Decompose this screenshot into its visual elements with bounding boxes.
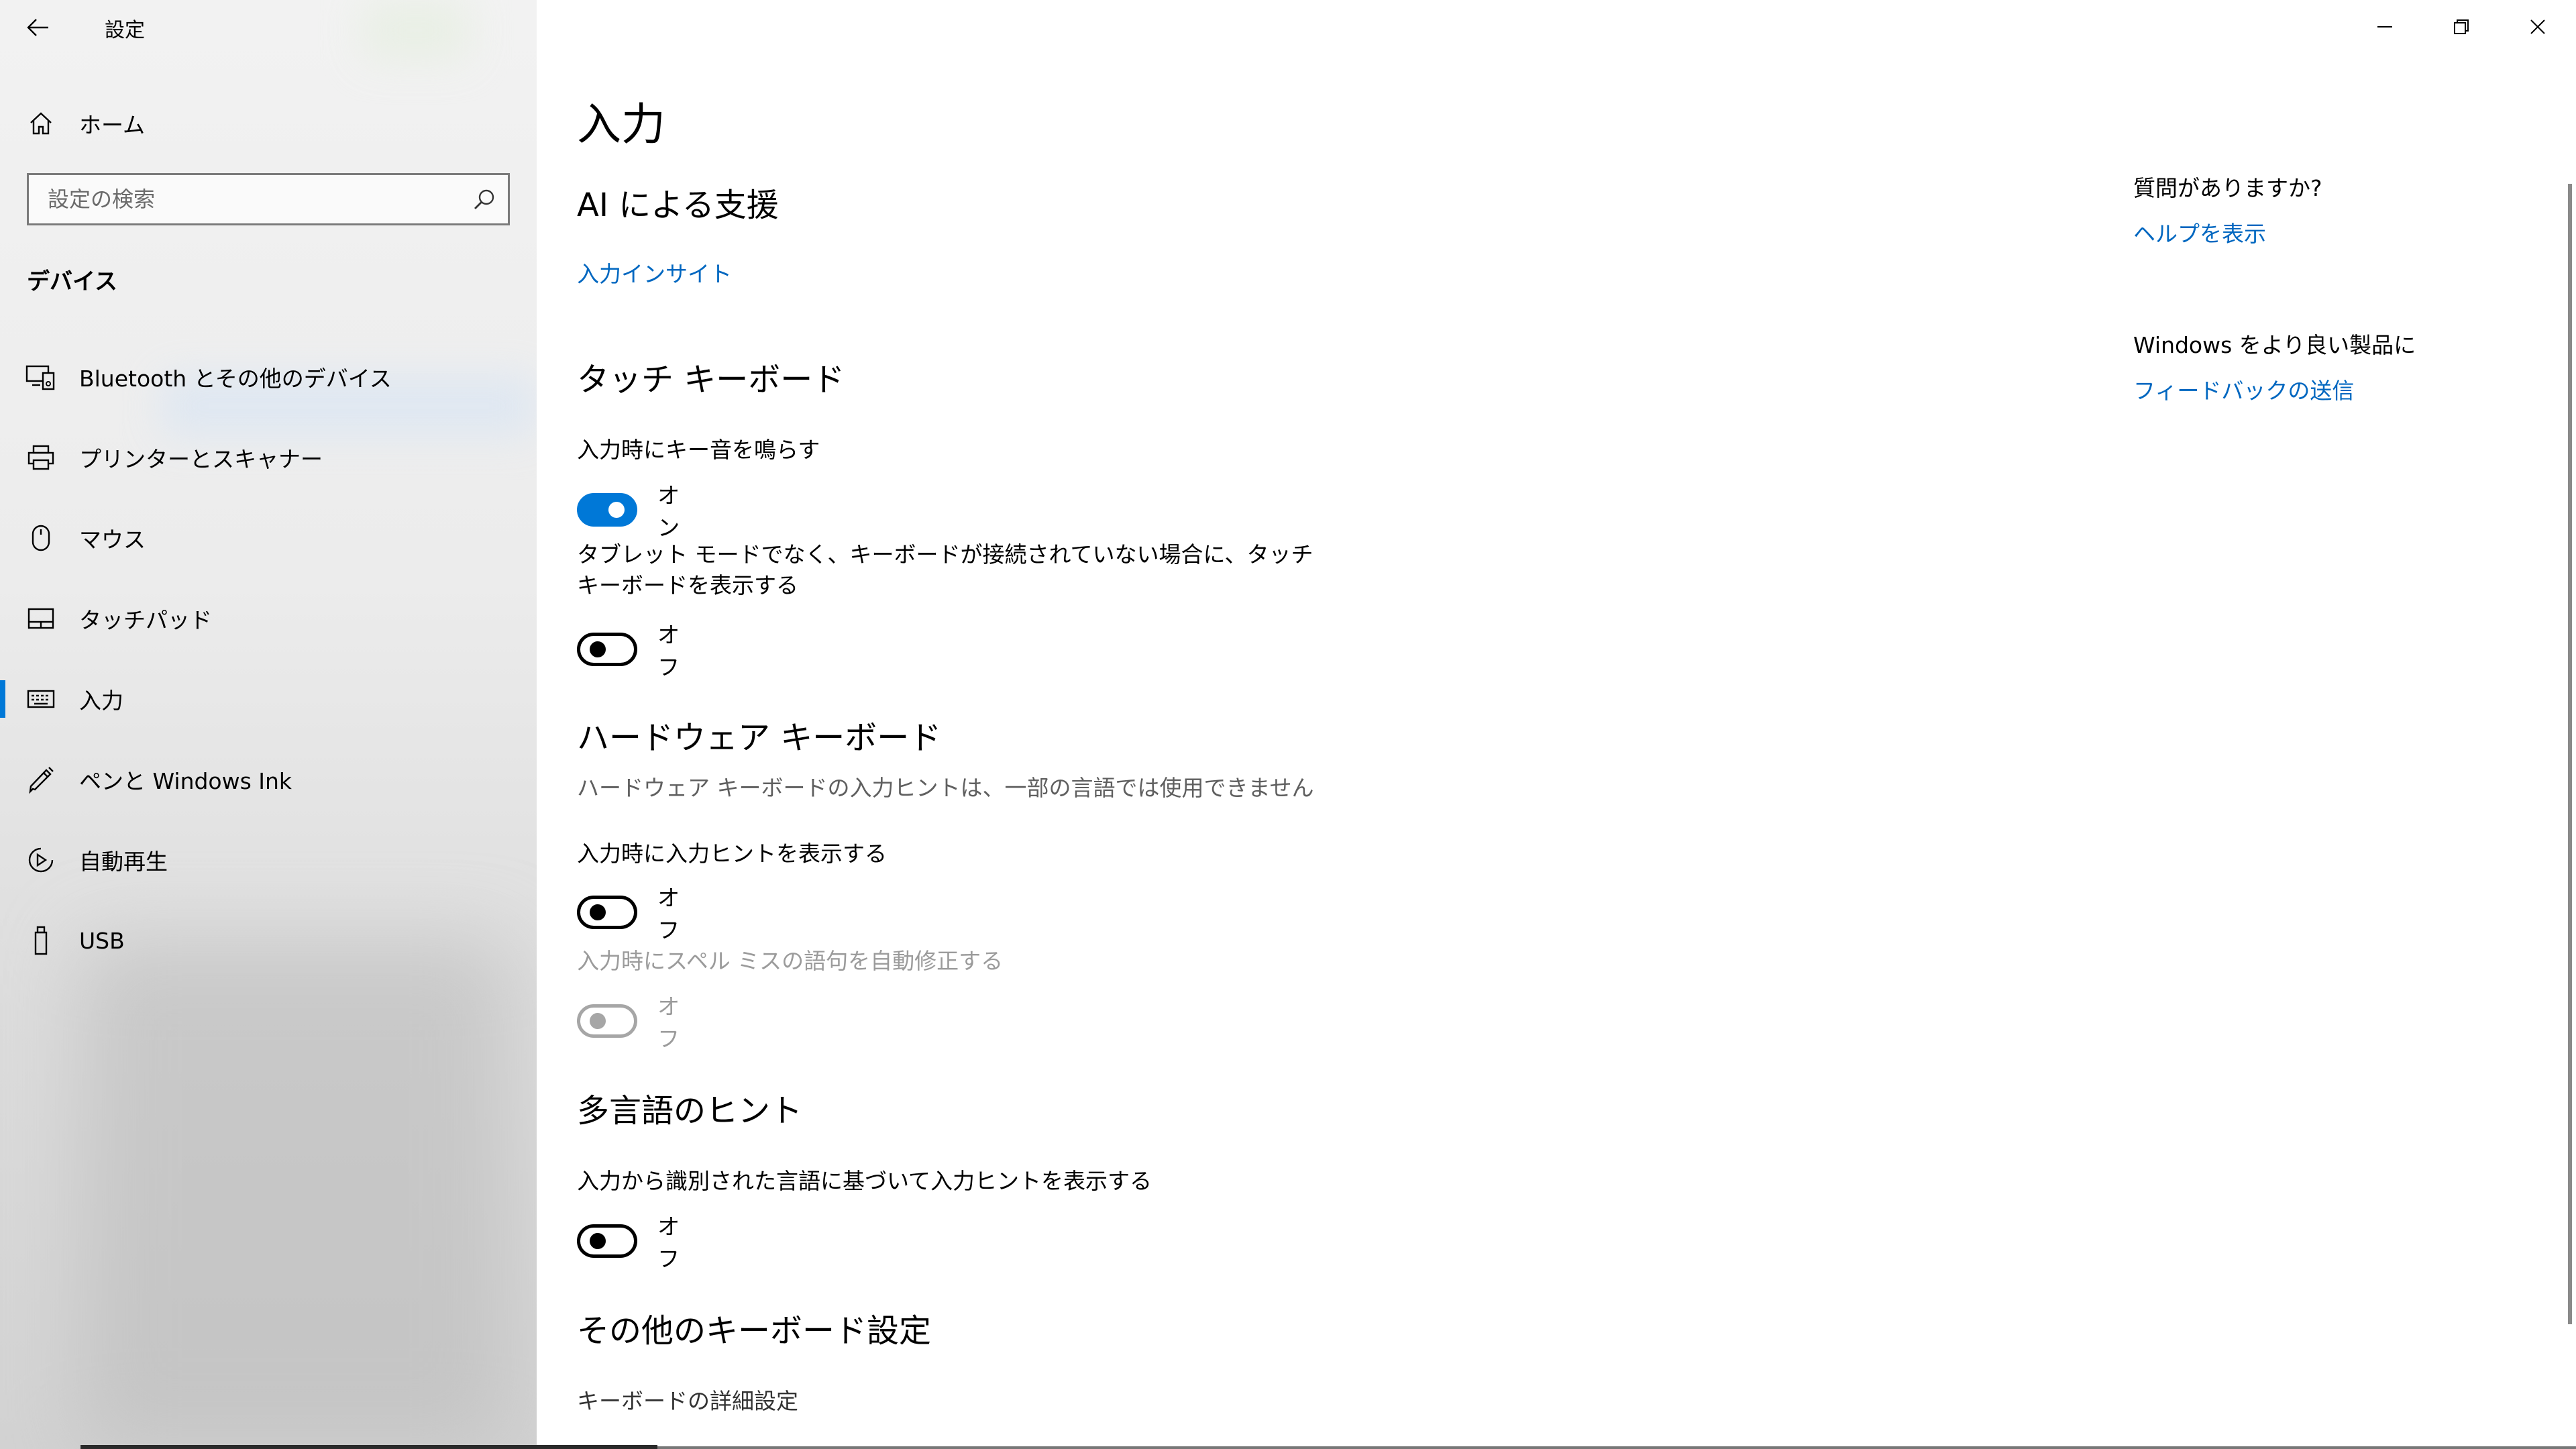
toggle-knob — [590, 1013, 606, 1029]
question-heading: 質問がありますか? — [2133, 175, 2322, 201]
multilingual-hints-toggle[interactable] — [577, 1224, 638, 1258]
sidebar-section-header: デバイス — [27, 268, 117, 295]
section-title-ai: AI による支援 — [577, 186, 779, 224]
minimize-icon — [2377, 26, 2392, 28]
toggle-state-label: オフ — [657, 1214, 680, 1272]
close-icon — [2530, 19, 2545, 34]
show-touch-keyboard-label: タブレット モードでなく、キーボードが接続されていない場合に、タッチ キーボード… — [577, 541, 1313, 598]
sidebar-item-input[interactable]: 入力 — [0, 665, 537, 733]
section-title-multilingual: 多言語のヒント — [577, 1092, 803, 1130]
section-title-touch-keyboard: タッチ キーボード — [577, 361, 845, 398]
advanced-keyboard-settings-link[interactable]: キーボードの詳細設定 — [577, 1383, 798, 1415]
sidebar-item-autoplay[interactable]: 自動再生 — [0, 826, 537, 894]
sidebar-item-home[interactable]: ホーム — [0, 97, 537, 150]
show-touch-keyboard-toggle[interactable] — [577, 633, 638, 666]
devices-icon — [24, 360, 58, 394]
toggle-knob — [590, 904, 606, 920]
show-hints-setting: オフ — [577, 880, 693, 945]
home-icon — [27, 109, 55, 138]
autocorrect-toggle — [577, 1004, 638, 1038]
app-title: 設定 — [105, 19, 145, 42]
typing-insights-link[interactable]: 入力インサイト — [577, 256, 732, 288]
sidebar-item-label: 入力 — [79, 688, 123, 714]
title-bar: 設定 — [0, 0, 537, 54]
sidebar-item-mouse[interactable]: マウス — [0, 504, 537, 572]
multilingual-hints-setting: オフ — [577, 1209, 693, 1273]
autocorrect-label: 入力時にスペル ミスの語句を自動修正する — [577, 948, 1004, 974]
section-title-other-keyboard: その他のキーボード設定 — [577, 1312, 932, 1350]
search-icon[interactable] — [461, 176, 508, 223]
toggle-state-label: オフ — [657, 885, 680, 943]
close-button[interactable] — [2500, 0, 2576, 54]
autoplay-icon — [24, 843, 58, 877]
restore-icon — [2454, 19, 2469, 34]
restore-button[interactable] — [2423, 0, 2500, 54]
key-sound-toggle[interactable] — [577, 493, 638, 527]
usb-icon — [24, 924, 58, 957]
show-touch-keyboard-setting: オフ — [577, 617, 693, 682]
bottom-border — [80, 1445, 657, 1449]
sidebar-item-label: プリンターとスキャナー — [79, 446, 323, 472]
sidebar-item-usb[interactable]: USB — [0, 907, 537, 974]
page-title: 入力 — [577, 99, 665, 150]
sidebar-backdrop — [80, 939, 510, 1449]
search-input[interactable] — [29, 175, 461, 223]
toggle-state-label: オフ — [657, 622, 680, 680]
feedback-heading: Windows をより良い製品に — [2133, 332, 2416, 358]
sidebar-item-label: ペンと Windows Ink — [79, 768, 292, 794]
scrollbar[interactable] — [2568, 184, 2572, 1324]
multilingual-hints-label: 入力から識別された言語に基づいて入力ヒントを表示する — [577, 1168, 1152, 1194]
sidebar-item-label: Bluetooth とその他のデバイス — [79, 366, 392, 392]
hardware-keyboard-description: ハードウェア キーボードの入力ヒントは、一部の言語では使用できません — [577, 775, 1314, 801]
search-box[interactable] — [27, 173, 510, 225]
mouse-icon — [24, 521, 58, 555]
sidebar-item-printers[interactable]: プリンターとスキャナー — [0, 424, 537, 491]
back-button[interactable] — [20, 9, 56, 46]
get-help-link[interactable]: ヘルプを表示 — [2133, 216, 2266, 248]
toggle-knob — [608, 502, 625, 518]
sidebar-item-pen[interactable]: ペンと Windows Ink — [0, 746, 537, 813]
sidebar-item-bluetooth[interactable]: Bluetooth とその他のデバイス — [0, 343, 537, 411]
pen-icon — [24, 763, 58, 796]
sidebar-item-touchpad[interactable]: タッチパッド — [0, 585, 537, 652]
key-sound-setting: オン — [577, 478, 693, 542]
toggle-knob — [590, 1233, 606, 1249]
touchpad-icon — [24, 602, 58, 635]
sidebar-item-label: 自動再生 — [79, 849, 168, 875]
show-hints-toggle[interactable] — [577, 896, 638, 929]
toggle-state-label: オン — [657, 482, 680, 541]
back-arrow-icon — [27, 19, 48, 36]
minimize-button[interactable] — [2347, 0, 2423, 54]
show-hints-label: 入力時に入力ヒントを表示する — [577, 841, 887, 867]
bottom-border — [657, 1446, 2576, 1449]
section-title-hardware-keyboard: ハードウェア キーボード — [577, 719, 942, 757]
sidebar-item-label: ホーム — [79, 112, 146, 138]
send-feedback-link[interactable]: フィードバックの送信 — [2133, 373, 2354, 405]
autocorrect-setting: オフ — [577, 989, 693, 1053]
sidebar-item-label: タッチパッド — [79, 607, 212, 633]
key-sound-label: 入力時にキー音を鳴らす — [577, 437, 820, 463]
sidebar-item-label: マウス — [79, 527, 146, 553]
window-controls — [2347, 0, 2576, 54]
toggle-knob — [590, 641, 606, 657]
toggle-state-label: オフ — [657, 994, 680, 1052]
sidebar: 設定 ホーム デバイス Bluetooth とその他のデ — [0, 0, 537, 1449]
printer-icon — [24, 441, 58, 474]
keyboard-icon — [24, 682, 58, 716]
sidebar-item-label: USB — [79, 927, 125, 954]
